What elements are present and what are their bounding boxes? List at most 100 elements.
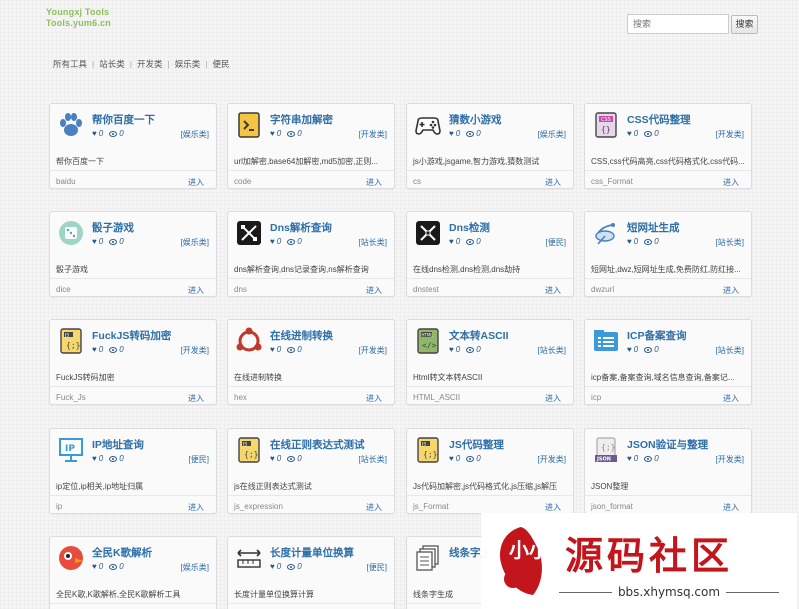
tool-title[interactable]: JSON验证与整理	[627, 437, 708, 452]
tool-category[interactable]: [开发类]	[538, 454, 566, 465]
heart-icon[interactable]: ♥	[270, 454, 275, 463]
heart-icon[interactable]: ♥	[449, 454, 454, 463]
enter-link[interactable]: 进入	[366, 177, 382, 188]
heart-icon[interactable]: ♥	[449, 237, 454, 246]
tool-card[interactable]: ICP备案查询 ♥ 0 0 [站长类] icp备案,备案查询,域名信息查询,备案…	[584, 319, 752, 405]
tool-title[interactable]: 文本转ASCII	[449, 328, 509, 343]
tool-card[interactable]: {;} JSON JSON验证与整理 ♥ 0 0 [开发类] JSON整理 jso…	[584, 428, 752, 514]
tool-card[interactable]: Dns检测 ♥ 0 0 [便民] 在线dns检测,dns检测,dns劫持 dns…	[406, 211, 574, 297]
tool-card[interactable]: 骰子游戏 ♥ 0 0 [娱乐类] 骰子游戏 dice 进入	[49, 211, 217, 297]
tool-category[interactable]: [开发类]	[359, 345, 387, 356]
tool-category[interactable]: [便民]	[367, 562, 387, 573]
tool-title[interactable]: 字符串加解密	[270, 112, 333, 127]
enter-link[interactable]: 进入	[723, 177, 739, 188]
heart-icon[interactable]: ♥	[270, 345, 275, 354]
tool-title[interactable]: IP地址查询	[92, 437, 144, 452]
tool-category[interactable]: [站长类]	[538, 345, 566, 356]
search-input[interactable]	[627, 14, 729, 34]
heart-icon[interactable]: ♥	[92, 129, 97, 138]
enter-link[interactable]: 进入	[723, 393, 739, 404]
enter-link[interactable]: 进入	[545, 285, 561, 296]
tool-card[interactable]: 在线进制转换 ♥ 0 0 [开发类] 在线进制转换 hex 进入	[227, 319, 395, 405]
tool-category[interactable]: [娱乐类]	[181, 129, 209, 140]
heart-icon[interactable]: ♥	[270, 129, 275, 138]
nav-webmaster[interactable]: 站长类	[99, 58, 125, 70]
tool-category[interactable]: [便民]	[546, 237, 566, 248]
enter-link[interactable]: 进入	[188, 502, 204, 513]
enter-link[interactable]: 进入	[545, 502, 561, 513]
enter-link[interactable]: 进入	[366, 502, 382, 513]
tool-title[interactable]: Dns解析查询	[270, 220, 332, 235]
nav-all-tools[interactable]: 所有工具	[53, 58, 87, 70]
heart-icon[interactable]: ♥	[627, 237, 632, 246]
heart-icon[interactable]: ♥	[92, 562, 97, 571]
tool-category[interactable]: [开发类]	[716, 454, 744, 465]
tool-category[interactable]: [站长类]	[359, 454, 387, 465]
enter-link[interactable]: 进入	[188, 393, 204, 404]
tool-card[interactable]: 字符串加解密 ♥ 0 0 [开发类] url加解密,base64加解密,md5加…	[227, 103, 395, 189]
tool-title[interactable]: 骰子游戏	[92, 220, 134, 235]
heart-icon[interactable]: ♥	[92, 454, 97, 463]
enter-link[interactable]: 进入	[188, 285, 204, 296]
heart-icon[interactable]: ♥	[270, 237, 275, 246]
tool-category[interactable]: [站长类]	[359, 237, 387, 248]
heart-icon[interactable]: ♥	[92, 345, 97, 354]
tool-card[interactable]: 帮你百度一下 ♥ 0 0 [娱乐类] 帮你百度一下 baidu 进入	[49, 103, 217, 189]
tool-title[interactable]: 短网址生成	[627, 220, 680, 235]
tool-card[interactable]: IP IP地址查询 ♥ 0 0 [便民] ip定位,ip相关,ip地址归属 ip…	[49, 428, 217, 514]
tool-title[interactable]: 长度计量单位换算	[270, 545, 354, 560]
tool-stats: ♥ 0 0	[627, 129, 659, 138]
tool-category[interactable]: [开发类]	[359, 129, 387, 140]
tool-title[interactable]: JS代码整理	[449, 437, 504, 452]
tool-card[interactable]: Dns解析查询 ♥ 0 0 [站长类] dns解析查询,dns记录查询,ns解析…	[227, 211, 395, 297]
satellite-icon	[592, 219, 620, 247]
tool-slug: baidu	[56, 177, 76, 186]
tool-title[interactable]: 猜数小游戏	[449, 112, 502, 127]
tool-card[interactable]: JS {;} FuckJS转码加密 ♥ 0 0 [开发类] FuckJS转码加密 …	[49, 319, 217, 405]
search-button[interactable]: 搜索	[731, 15, 758, 34]
enter-link[interactable]: 进入	[545, 177, 561, 188]
tool-card[interactable]: HTML </> 文本转ASCII ♥ 0 0 [站长类] Html转文本转ASC…	[406, 319, 574, 405]
tool-card[interactable]: 长度计量单位换算 ♥ 0 0 [便民] 长度计量单位换算计算	[227, 536, 395, 609]
enter-link[interactable]: 进入	[723, 502, 739, 513]
tool-category[interactable]: [开发类]	[181, 345, 209, 356]
heart-icon[interactable]: ♥	[449, 129, 454, 138]
nav-convenience[interactable]: 便民	[212, 58, 229, 70]
site-logo[interactable]: Youngxj Tools Tools.yum6.cn	[46, 7, 111, 29]
heart-icon[interactable]: ♥	[627, 129, 632, 138]
svg-text:JSON: JSON	[596, 457, 611, 463]
tool-title[interactable]: 帮你百度一下	[92, 112, 155, 127]
tool-card[interactable]: JS {;} JS代码整理 ♥ 0 0 [开发类] Js代码加解密,js代码格式化…	[406, 428, 574, 514]
tool-title[interactable]: 在线进制转换	[270, 328, 333, 343]
tool-title[interactable]: FuckJS转码加密	[92, 328, 171, 343]
enter-link[interactable]: 进入	[545, 393, 561, 404]
tool-card[interactable]: CSS {} CSS代码整理 ♥ 0 0 [开发类] CSS,css代码高亮,cs…	[584, 103, 752, 189]
tool-card[interactable]: 猜数小游戏 ♥ 0 0 [娱乐类] js小游戏,jsgame,智力游戏,猜数测试…	[406, 103, 574, 189]
tool-title[interactable]: ICP备案查询	[627, 328, 687, 343]
enter-link[interactable]: 进入	[723, 285, 739, 296]
tool-title[interactable]: CSS代码整理	[627, 112, 691, 127]
enter-link[interactable]: 进入	[366, 285, 382, 296]
tool-category[interactable]: [站长类]	[716, 345, 744, 356]
tool-title[interactable]: Dns检测	[449, 220, 490, 235]
tool-category[interactable]: [娱乐类]	[181, 562, 209, 573]
tool-card[interactable]: JS {;} 在线正则表达式测试 ♥ 0 0 [站长类] js在线正则表达式测试 …	[227, 428, 395, 514]
tool-title[interactable]: 全民K歌解析	[92, 545, 152, 560]
tool-card[interactable]: 短网址生成 ♥ 0 0 [站长类] 短网址,dwz,短网址生成,免费防红,防红接…	[584, 211, 752, 297]
enter-link[interactable]: 进入	[188, 177, 204, 188]
tool-category[interactable]: [站长类]	[716, 237, 744, 248]
tool-title[interactable]: 在线正则表达式测试	[270, 437, 365, 452]
heart-icon[interactable]: ♥	[627, 454, 632, 463]
nav-entertainment[interactable]: 娱乐类	[175, 58, 201, 70]
heart-icon[interactable]: ♥	[270, 562, 275, 571]
tool-category[interactable]: [便民]	[189, 454, 209, 465]
enter-link[interactable]: 进入	[366, 393, 382, 404]
tool-category[interactable]: [娱乐类]	[538, 129, 566, 140]
heart-icon[interactable]: ♥	[92, 237, 97, 246]
nav-development[interactable]: 开发类	[137, 58, 163, 70]
tool-category[interactable]: [开发类]	[716, 129, 744, 140]
tool-card[interactable]: 全民K歌解析 ♥ 0 0 [娱乐类] 全民K歌,K歌解析,全民K歌解析工具	[49, 536, 217, 609]
heart-icon[interactable]: ♥	[449, 345, 454, 354]
heart-icon[interactable]: ♥	[627, 345, 632, 354]
tool-category[interactable]: [娱乐类]	[181, 237, 209, 248]
